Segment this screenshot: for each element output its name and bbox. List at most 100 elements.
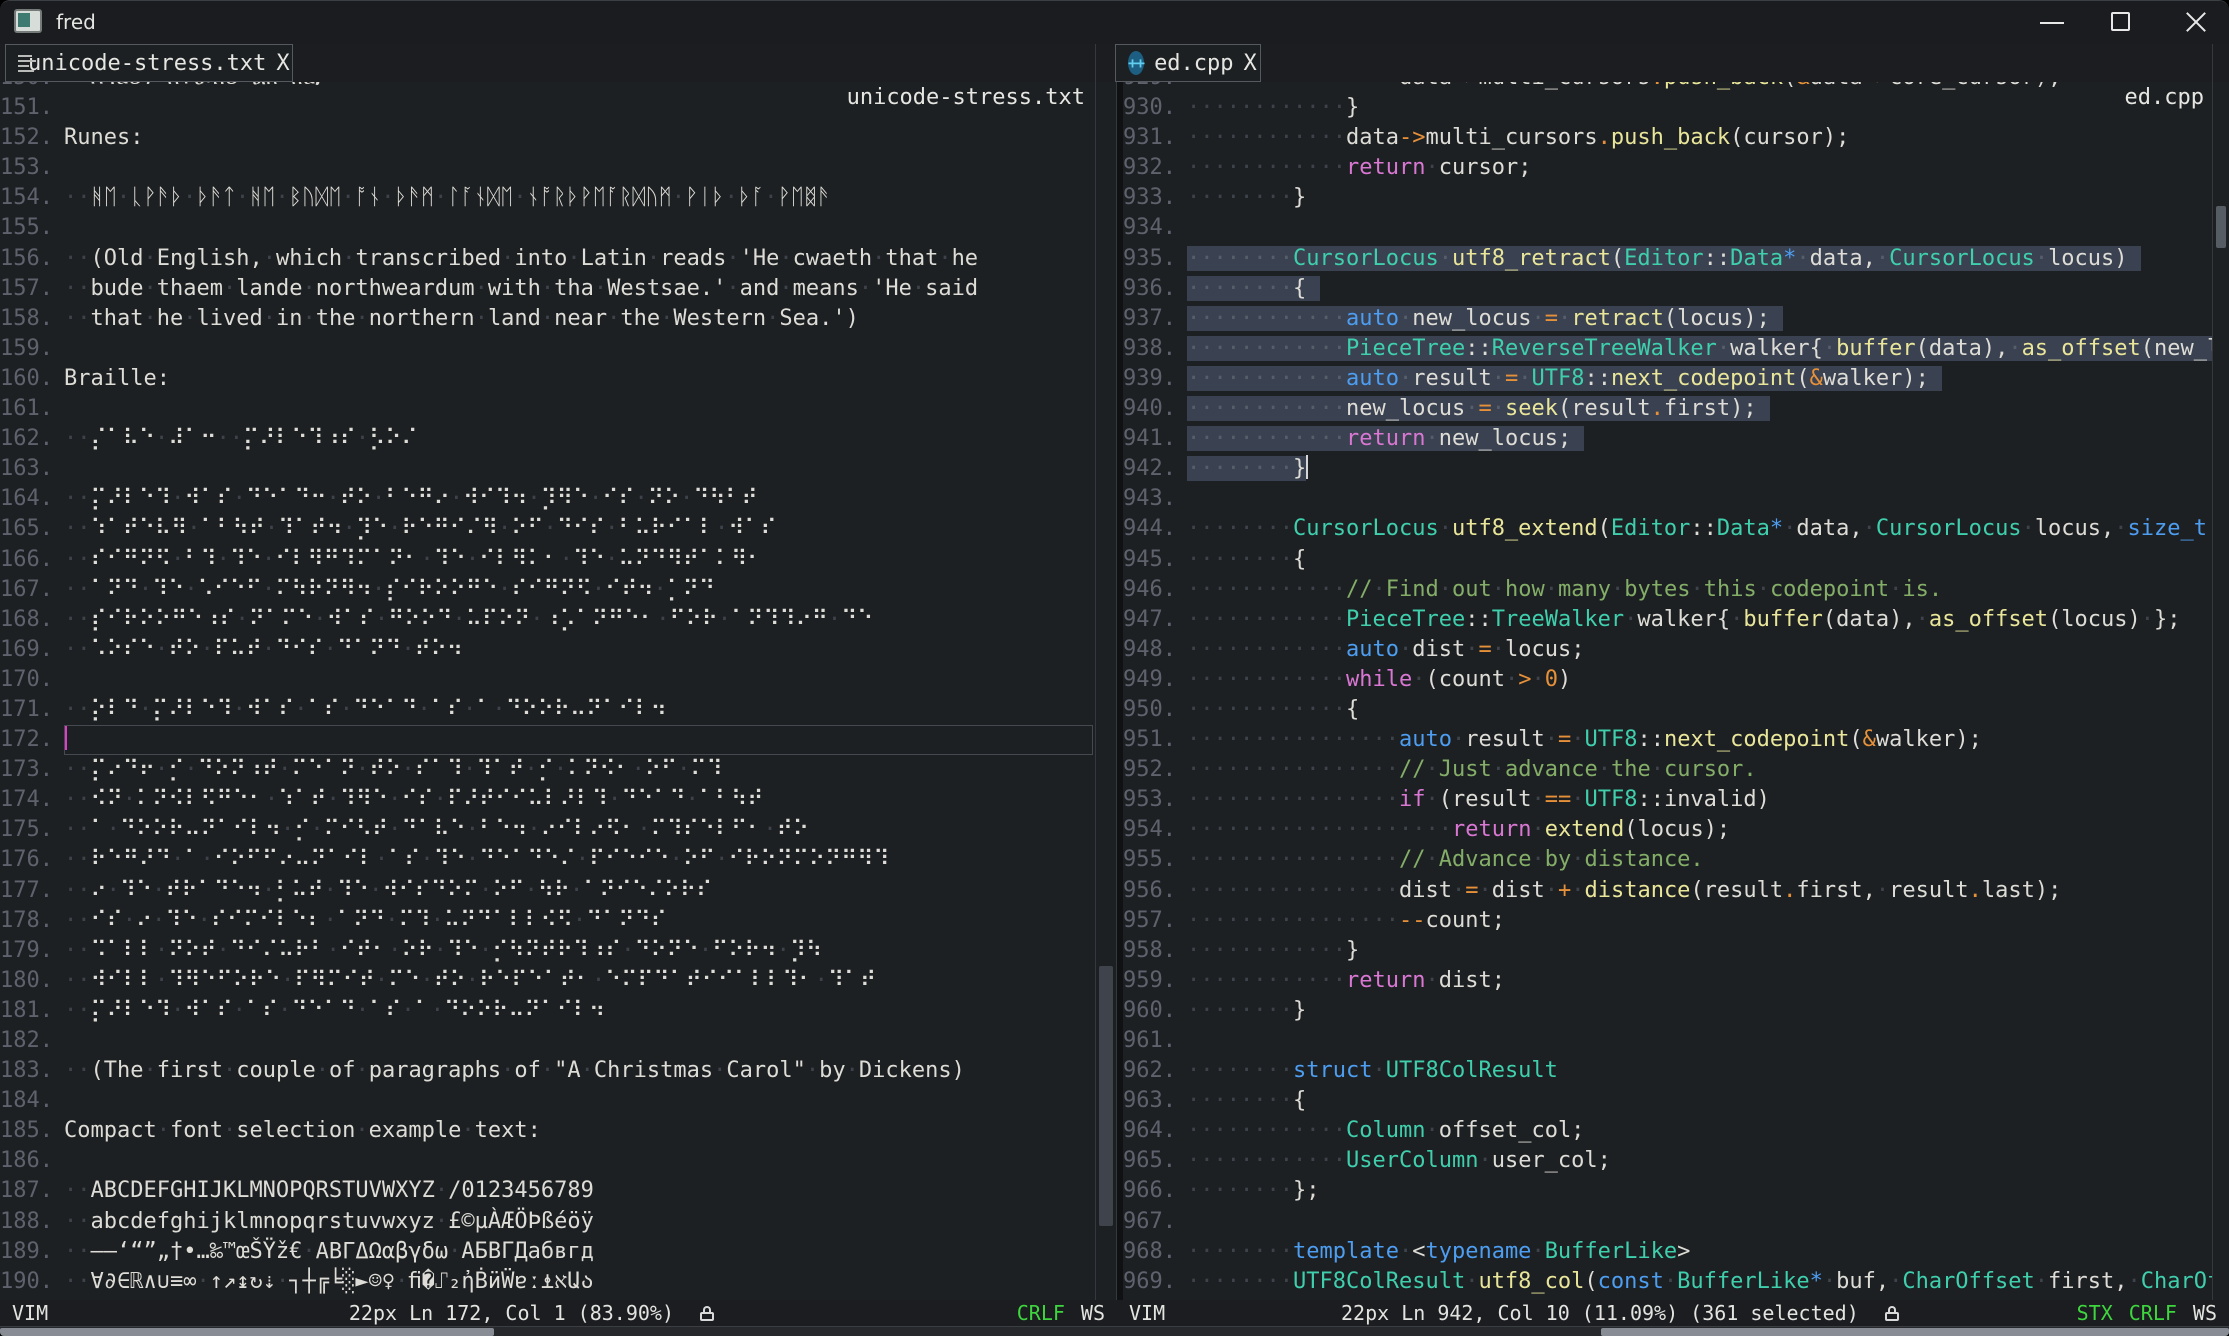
right-horizontal-scrollbar[interactable] bbox=[1117, 1326, 2229, 1336]
left-editor-content[interactable]: 150.··እግርህን·በፍራሽህ·ልክ·ዘርጋ።151.152.Runes:1… bbox=[0, 82, 1095, 1300]
code-line[interactable]: 947.············PieceTree::TreeWalker·wa… bbox=[1123, 605, 2212, 635]
code-line[interactable]: 165.··⠱⠁⠞⠑⠧⠻·⠁⠃⠳⠞·⠹⠁⠞⠲·⡹⠑·⠗⠑⠛⠊⠌⠻·⠕⠋·⠙⠊⠎·… bbox=[0, 514, 1095, 544]
right-editor-content[interactable]: 929.················data->multi_cursors.… bbox=[1123, 82, 2212, 1300]
code-line[interactable]: 950.············{ bbox=[1123, 695, 2212, 725]
code-line[interactable]: 940.············new_locus·=·seek(result.… bbox=[1123, 394, 2212, 424]
code-line[interactable]: 930.············} bbox=[1123, 93, 2212, 123]
code-line[interactable]: 178.··⠊⠎·⠔·⠹⠑·⠎⠊⠍⠊⠇⠑⠆·⠁⠝⠙·⠍⠹·⠥⠝⠙⠁⠇⠇⠪⠫·⠙⠁… bbox=[0, 906, 1095, 936]
tab-close-icon[interactable]: X bbox=[1244, 51, 1257, 76]
code-line[interactable]: 190.··∀∂∈ℝ∧∪≡∞·↑↗↨↻⇣·┐┼╔╘░►☺♀·ﬁ�⑀₂ἠḂӥẄɐː… bbox=[0, 1267, 1095, 1297]
tab-ed-cpp[interactable]: ++ ed.cpp X bbox=[1115, 44, 1261, 82]
code-line[interactable]: 186. bbox=[0, 1146, 1095, 1176]
code-line[interactable]: 935.········CursorLocus·utf8_retract(Edi… bbox=[1123, 244, 2212, 274]
code-line[interactable]: 934. bbox=[1123, 213, 2212, 243]
close-button[interactable] bbox=[2172, 1, 2218, 44]
code-line[interactable]: 956.················dist·=·dist·+·distan… bbox=[1123, 876, 2212, 906]
code-line[interactable]: 160.Braille: bbox=[0, 364, 1095, 394]
code-line[interactable]: 944.········CursorLocus·utf8_extend(Edit… bbox=[1123, 514, 2212, 544]
code-line[interactable]: 931.············data->multi_cursors.push… bbox=[1123, 123, 2212, 153]
code-line[interactable]: 957.················--count; bbox=[1123, 906, 2212, 936]
code-line[interactable]: 946.············//·Find·out·how·many·byt… bbox=[1123, 575, 2212, 605]
code-line[interactable]: 183.··(The·first·couple·of·paragraphs·of… bbox=[0, 1056, 1095, 1086]
code-line[interactable]: 941.············return·new_locus; bbox=[1123, 424, 2212, 454]
code-line[interactable]: 187.··ABCDEFGHIJKLMNOPQRSTUVWXYZ·/012345… bbox=[0, 1176, 1095, 1206]
code-line[interactable]: 958.············} bbox=[1123, 936, 2212, 966]
code-line[interactable]: 185.Compact·font·selection·example·text: bbox=[0, 1116, 1095, 1146]
code-line[interactable]: 948.············auto·dist·=·locus; bbox=[1123, 635, 2212, 665]
code-line[interactable]: 936.········{ bbox=[1123, 274, 2212, 304]
code-line[interactable]: 176.··⠗⠑⠛⠜⠙·⠁·⠊⠕⠋⠋⠔⠤⠝⠁⠊⠇·⠁⠎·⠹⠑·⠙⠑⠁⠙⠑⠌·⠏⠊… bbox=[0, 845, 1095, 875]
code-line[interactable]: 954.····················return·extend(lo… bbox=[1123, 815, 2212, 845]
code-line[interactable]: 164.··⡍⠜⠇⠑⠹·⠺⠁⠎·⠙⠑⠁⠙⠒·⠞⠕·⠃⠑⠛⠔·⠺⠊⠹⠲·⡹⠻⠑·⠊… bbox=[0, 484, 1095, 514]
code-line[interactable]: 162.··⡌⠁⠧⠑·⠼⠁⠒··⡍⠜⠇⠑⠹⠰⠎·⡣⠕⠌ bbox=[0, 424, 1095, 454]
code-line[interactable]: 965.············UserColumn·user_col; bbox=[1123, 1146, 2212, 1176]
code-line[interactable]: 161. bbox=[0, 394, 1095, 424]
code-line[interactable]: 167.··⠁⠝⠙·⠹⠑·⠡⠊⠑⠋·⠍⠳⠗⠝⠻⠲·⡎⠊⠗⠕⠕⠛⠑·⠎⠊⠛⠝⠫·⠊… bbox=[0, 575, 1095, 605]
tab-unicode-stress[interactable]: unicode-stress.txt X bbox=[5, 44, 293, 82]
code-line[interactable]: 969.········UTF8ColResult·utf8_col(const… bbox=[1123, 1267, 2212, 1297]
code-line[interactable]: 966.········}; bbox=[1123, 1176, 2212, 1206]
code-line[interactable]: 159. bbox=[0, 334, 1095, 364]
code-line[interactable]: 943. bbox=[1123, 484, 2212, 514]
code-line[interactable]: 967. bbox=[1123, 1207, 2212, 1237]
right-vscroll-thumb[interactable] bbox=[2216, 206, 2226, 248]
pane-divider[interactable] bbox=[1117, 44, 1123, 1300]
code-line[interactable]: 177.··⠔·⠹⠑·⠞⠗⠁⠙⠑⠲·⡃⠥⠞·⠹⠑·⠺⠊⠎⠙⠕⠍·⠕⠋·⠳⠗·⠁⠝… bbox=[0, 876, 1095, 906]
code-line[interactable]: 168.··⡎⠊⠗⠕⠕⠛⠑⠰⠎·⠝⠁⠍⠑·⠺⠁⠎·⠛⠕⠕⠙·⠥⠏⠕⠝·⠰⡡⠁⠝⠛… bbox=[0, 605, 1095, 635]
code-line[interactable]: 945.········{ bbox=[1123, 545, 2212, 575]
minimize-button[interactable] bbox=[2029, 1, 2075, 44]
code-line[interactable]: 932.············return·cursor; bbox=[1123, 153, 2212, 183]
code-line[interactable]: 929.················data->multi_cursors.… bbox=[1123, 82, 2212, 93]
code-line[interactable]: 188.··abcdefghijklmnopqrstuvwxyz·£©µÀÆÖÞ… bbox=[0, 1207, 1095, 1237]
tab-close-icon[interactable]: X bbox=[276, 51, 289, 76]
code-line[interactable]: 963.········{ bbox=[1123, 1086, 2212, 1116]
left-hscroll-thumb[interactable] bbox=[0, 1328, 494, 1336]
maximize-button[interactable] bbox=[2098, 1, 2144, 44]
left-horizontal-scrollbar[interactable] bbox=[0, 1326, 1117, 1336]
right-hscroll-thumb[interactable] bbox=[1601, 1328, 2229, 1336]
code-line[interactable]: 933.········} bbox=[1123, 183, 2212, 213]
code-line[interactable]: 163. bbox=[0, 454, 1095, 484]
code-line[interactable]: 171.··⡕⠇⠙·⡍⠜⠇⠑⠹·⠺⠁⠎·⠁⠎·⠙⠑⠁⠙·⠁⠎·⠁·⠙⠕⠕⠗⠤⠝⠁… bbox=[0, 695, 1095, 725]
code-line[interactable]: 182. bbox=[0, 1026, 1095, 1056]
code-line[interactable]: 180.··⠺⠊⠇⠇·⠹⠻⠑⠋⠕⠗⠑·⠏⠻⠍⠊⠞·⠍⠑·⠞⠕·⠗⠑⠏⠑⠁⠞⠂·⠑… bbox=[0, 966, 1095, 996]
code-line[interactable]: 181.··⡍⠜⠇⠑⠹·⠺⠁⠎·⠁⠎·⠙⠑⠁⠙·⠁⠎·⠁·⠙⠕⠕⠗⠤⠝⠁⠊⠇⠲ bbox=[0, 996, 1095, 1026]
code-line[interactable]: 154.··ᚻᛖ·ᚳᚹᚫᚦ·ᚦᚫᛏ·ᚻᛖ·ᛒᚢᛞᛖ·ᚩᚾ·ᚦᚫᛗ·ᛚᚪᚾᛞᛖ·ᚾ… bbox=[0, 183, 1095, 213]
code-line[interactable]: 939.············auto·result·=·UTF8::next… bbox=[1123, 364, 2212, 394]
right-vertical-scrollbar[interactable] bbox=[2212, 44, 2229, 1300]
code-line[interactable]: 156.··(Old·English,·which·transcribed·in… bbox=[0, 244, 1095, 274]
code-line[interactable]: 175.··⠁·⠙⠕⠕⠗⠤⠝⠁⠊⠇⠲·⡊·⠍⠊⠣⠞·⠙⠁⠧⠑·⠃⠑⠲·⠔⠊⠇⠔⠫… bbox=[0, 815, 1095, 845]
code-line[interactable]: 179.··⠩⠁⠇⠇·⠝⠕⠞·⠙⠊⠌⠥⠗⠃·⠊⠞⠂·⠕⠗·⠹⠑·⡊⠳⠝⠞⠗⠹⠰⠎… bbox=[0, 936, 1095, 966]
code-line[interactable]: 962.········struct·UTF8ColResult bbox=[1123, 1056, 2212, 1086]
code-line[interactable]: 158.··that·he·lived·in·the·northern·land… bbox=[0, 304, 1095, 334]
code-line[interactable]: 937.············auto·new_locus·=·retract… bbox=[1123, 304, 2212, 334]
code-line[interactable]: 152.Runes: bbox=[0, 123, 1095, 153]
code-line[interactable]: 184. bbox=[0, 1086, 1095, 1116]
code-line[interactable]: 169.··⠡⠕⠎⠑·⠞⠕·⠏⠥⠞·⠙⠊⠎·⠙⠁⠝⠙·⠞⠕⠲ bbox=[0, 635, 1095, 665]
code-line[interactable]: 964.············Column·offset_col; bbox=[1123, 1116, 2212, 1146]
code-line[interactable]: 960.········} bbox=[1123, 996, 2212, 1026]
code-line[interactable]: 938.············PieceTree::ReverseTreeWa… bbox=[1123, 334, 2212, 364]
code-line[interactable]: 170. bbox=[0, 665, 1095, 695]
code-line[interactable]: 959.············return·dist; bbox=[1123, 966, 2212, 996]
code-line[interactable]: 968.········template·<typename·BufferLik… bbox=[1123, 1237, 2212, 1267]
code-line[interactable]: 951.················auto·result·=·UTF8::… bbox=[1123, 725, 2212, 755]
code-line[interactable]: 172. bbox=[0, 725, 1095, 755]
code-line[interactable]: 155. bbox=[0, 213, 1095, 243]
code-line[interactable]: 952.················//·Just·advance·the·… bbox=[1123, 755, 2212, 785]
code-line[interactable]: 942.········} bbox=[1123, 454, 2212, 484]
code-line[interactable]: 157.··bude·thaem·lande·northweardum·with… bbox=[0, 274, 1095, 304]
code-line[interactable]: 189.··–—‘“”„†•…‰™œŠŸž€·ΑΒΓΔΩαβγδω·АБВГДа… bbox=[0, 1237, 1095, 1267]
code-line[interactable]: 961. bbox=[1123, 1026, 2212, 1056]
code-line[interactable]: 174.··⠪⠝·⠅⠝⠪⠇⠫⠛⠑⠂·⠱⠁⠞·⠹⠻⠑·⠊⠎·⠏⠜⠞⠊⠊⠥⠇⠜⠇⠹·… bbox=[0, 785, 1095, 815]
code-line[interactable]: 955.················//·Advance·by·distan… bbox=[1123, 845, 2212, 875]
code-line[interactable]: 166.··⠎⠊⠛⠝⠫·⠃⠹·⠹⠑·⠊⠇⠻⠛⠹⠍⠁⠝⠂·⠹⠑·⠊⠇⠻⠅⠂·⠹⠑·… bbox=[0, 545, 1095, 575]
left-vscroll-thumb[interactable] bbox=[1099, 966, 1113, 1226]
left-editor-pane[interactable]: unicode-stress.txt 150.··እግርህን·በፍራሽህ·ልክ·… bbox=[0, 44, 1095, 1300]
left-vertical-scrollbar[interactable] bbox=[1095, 44, 1117, 1300]
code-line[interactable]: 173.··⡍⠔⠙⠖·⡊·⠙⠕⠝⠰⠞·⠍⠑⠁⠝·⠞⠕·⠎⠁⠹·⠹⠁⠞·⡊·⠅⠝⠪… bbox=[0, 755, 1095, 785]
code-line[interactable]: 153. bbox=[0, 153, 1095, 183]
right-editor-pane[interactable]: ed.cpp 929.················data->multi_c… bbox=[1123, 44, 2212, 1300]
code-line[interactable]: 949.············while·(count·>·0) bbox=[1123, 665, 2212, 695]
code-line[interactable]: 953.················if·(result·==·UTF8::… bbox=[1123, 785, 2212, 815]
